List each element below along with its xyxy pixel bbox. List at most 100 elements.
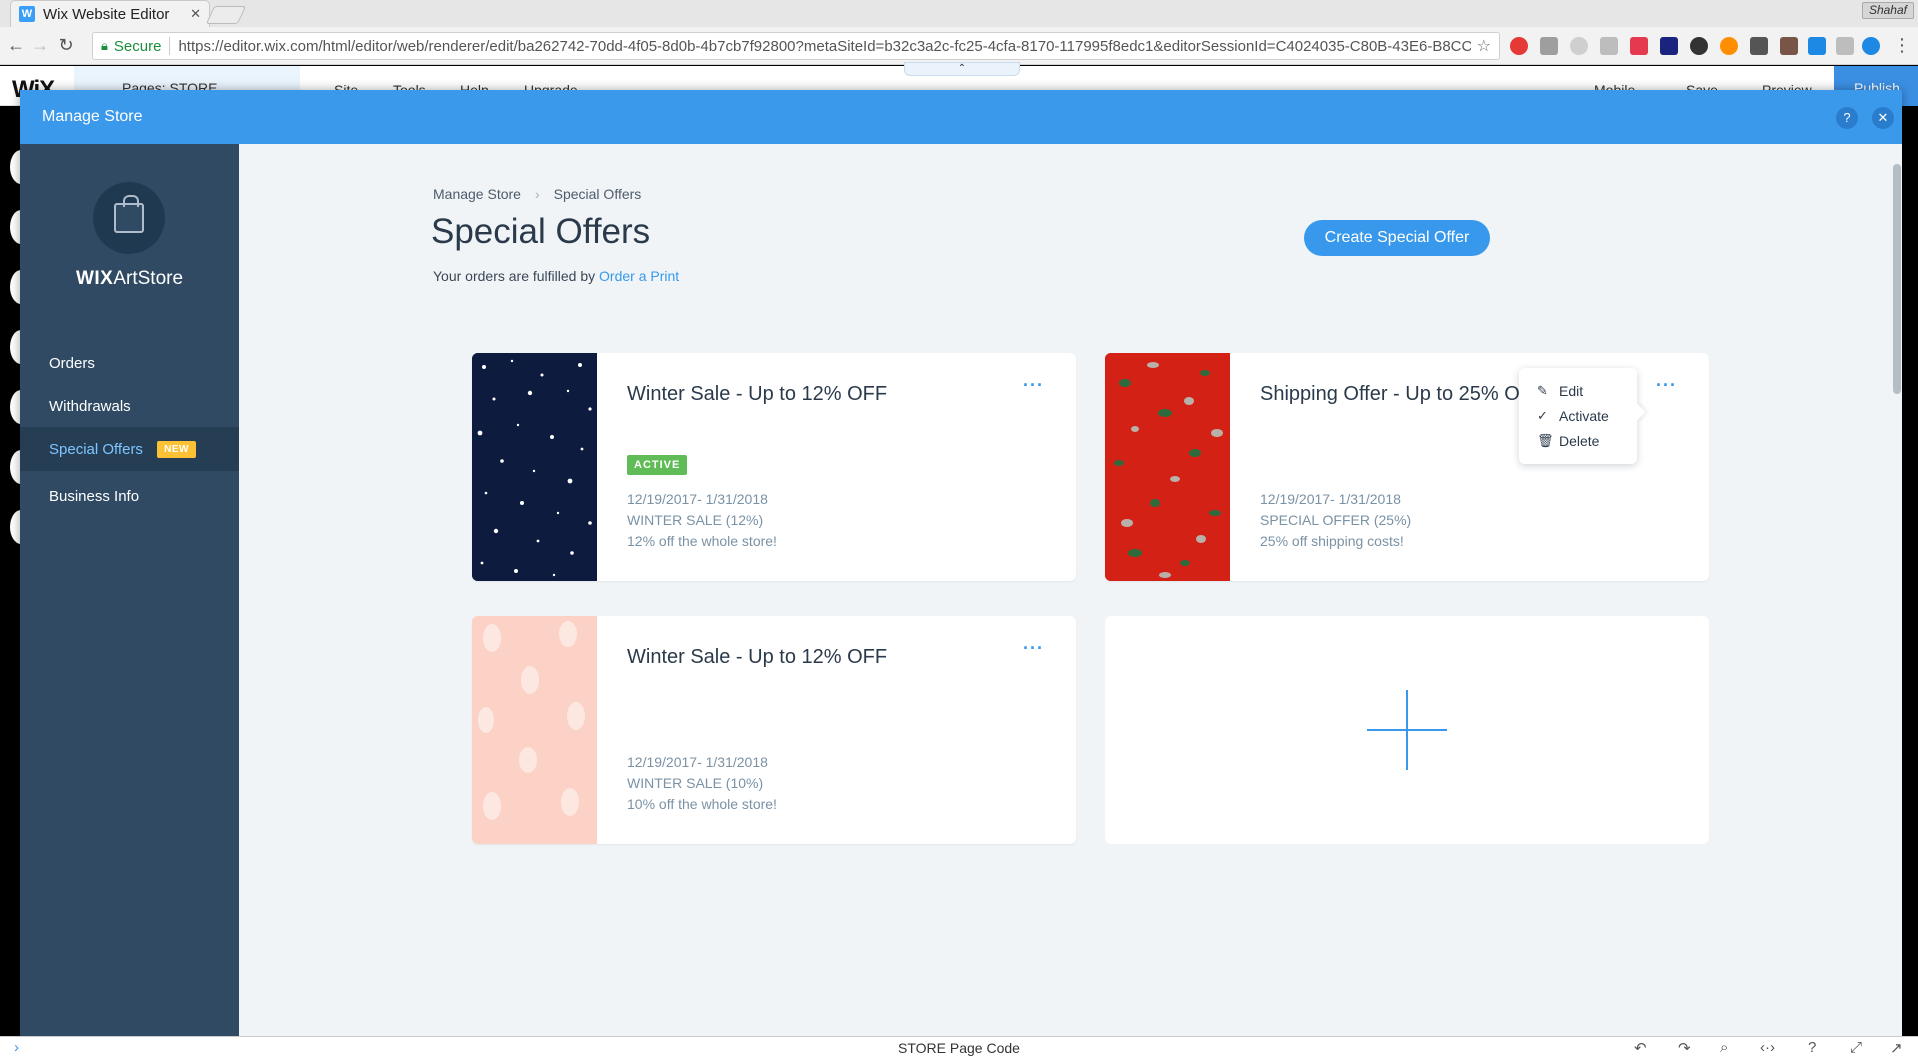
code-panel-bar: › STORE Page Code ↶ ↷ ⌕ ‹·› ? ⤢ ↗	[0, 1036, 1918, 1057]
more-options-icon[interactable]: ···	[1023, 638, 1044, 659]
sidebar-item-business-info[interactable]: Business Info	[20, 474, 239, 518]
back-icon[interactable]: ←	[6, 35, 26, 55]
menu-item-delete[interactable]: 🗑︎ Delete	[1537, 428, 1637, 453]
new-tab-button[interactable]	[205, 6, 247, 24]
opera-extension-icon[interactable]	[1510, 37, 1528, 55]
order-a-print-link[interactable]: Order a Print	[599, 268, 679, 284]
menu-item-edit[interactable]: ✎ Edit	[1537, 378, 1637, 403]
address-bar[interactable]: 🔒︎ Secure https://editor.wix.com/html/ed…	[92, 32, 1500, 60]
code-icon[interactable]: ‹·›	[1760, 1039, 1775, 1056]
extension-icon[interactable]	[1720, 37, 1738, 55]
breadcrumb-manage-store[interactable]: Manage Store	[433, 186, 521, 202]
extension-icon[interactable]	[1570, 37, 1588, 55]
offer-info: 12/19/2017- 1/31/2018 SPECIAL OFFER (25%…	[1260, 489, 1411, 552]
lock-icon: 🔒︎	[101, 38, 108, 53]
chevron-right-icon: ›	[534, 186, 540, 202]
store-sidebar: WIXArtStore Orders Withdrawals Special O…	[20, 144, 239, 1036]
extension-icon[interactable]	[1660, 37, 1678, 55]
offer-dates: 12/19/2017- 1/31/2018	[627, 754, 768, 770]
search-icon[interactable]: ⌕	[1720, 1039, 1728, 1056]
browser-menu-icon[interactable]: ⋮	[1892, 35, 1912, 55]
secure-label: Secure	[113, 37, 162, 55]
breadcrumb-current: Special Offers	[553, 186, 642, 202]
modal-header: Manage Store ? ✕	[20, 90, 1902, 144]
close-icon[interactable]: ✕	[1872, 107, 1894, 129]
offer-description: 12% off the whole store!	[627, 533, 777, 549]
offer-code: SPECIAL OFFER (25%)	[1260, 512, 1412, 528]
extension-icon[interactable]	[1540, 37, 1558, 55]
sidebar-item-label: Withdrawals	[49, 398, 131, 415]
offer-image-snow	[472, 353, 597, 581]
menu-item-label: Delete	[1559, 432, 1600, 449]
popout-icon[interactable]: ↗	[1890, 1039, 1903, 1057]
sidebar-item-orders[interactable]: Orders	[20, 341, 239, 385]
manage-store-modal: Manage Store ? ✕ WIXArtStore Orders With…	[20, 90, 1902, 1036]
extension-icon[interactable]	[1630, 37, 1648, 55]
wix-favicon-icon: W	[19, 6, 35, 22]
scrollbar-thumb[interactable]	[1893, 164, 1901, 394]
plus-icon	[1406, 690, 1408, 770]
status-badge: ACTIVE	[627, 455, 688, 475]
extension-icon[interactable]	[1836, 37, 1854, 55]
main-content: Manage Store › Special Offers Special Of…	[239, 144, 1902, 1036]
page-title: Special Offers	[431, 212, 651, 251]
maximize-icon[interactable]: ⤢	[1850, 1039, 1862, 1056]
create-special-offer-button[interactable]: Create Special Offer	[1304, 220, 1490, 256]
modal-scrollbar[interactable]	[1892, 144, 1902, 1036]
fulfillment-text: Your orders are fulfilled by	[433, 268, 600, 284]
menu-item-activate[interactable]: ✓ Activate	[1537, 403, 1637, 428]
extension-icon[interactable]	[1690, 37, 1708, 55]
store-name-bold: WIX	[75, 268, 114, 289]
offer-card[interactable]: Winter Sale - Up to 12% OFF ··· 12/19/20…	[472, 616, 1076, 844]
menu-item-label: Edit	[1559, 382, 1584, 399]
undo-icon[interactable]: ↶	[1634, 1039, 1647, 1057]
pencil-icon: ✎	[1537, 382, 1548, 398]
offer-image-confetti	[1105, 353, 1230, 581]
shopping-bag-icon	[114, 195, 144, 233]
breadcrumb: Manage Store › Special Offers	[433, 186, 641, 202]
profile-button[interactable]: Shahaf	[1861, 2, 1914, 19]
extension-icon[interactable]	[1600, 37, 1618, 55]
sidebar-item-special-offers[interactable]: Special Offers NEW	[20, 427, 239, 471]
extension-icon[interactable]	[1862, 37, 1880, 55]
store-logo	[93, 182, 165, 254]
offer-card[interactable]: Winter Sale - Up to 12% OFF ··· ACTIVE 1…	[472, 353, 1076, 581]
browser-tab[interactable]: W Wix Website Editor ✕	[10, 0, 210, 27]
more-options-icon[interactable]: ···	[1023, 375, 1044, 396]
sidebar-item-label: Orders	[49, 355, 95, 372]
offer-dates: 12/19/2017- 1/31/2018	[627, 491, 768, 507]
sidebar-item-withdrawals[interactable]: Withdrawals	[20, 384, 239, 428]
code-panel-title: STORE Page Code	[898, 1040, 1020, 1056]
extension-icon[interactable]	[1780, 37, 1798, 55]
store-name: WIXArtStore	[20, 268, 239, 290]
offer-code: WINTER SALE (12%)	[627, 512, 764, 528]
collapse-handle[interactable]: ⌃	[904, 62, 1020, 76]
mail-extension-icon[interactable]	[1750, 37, 1768, 55]
offer-info: 12/19/2017- 1/31/2018 WINTER SALE (12%) …	[627, 489, 777, 552]
check-icon: ✓	[1537, 407, 1548, 423]
redo-icon[interactable]: ↷	[1678, 1039, 1691, 1057]
offer-dates: 12/19/2017- 1/31/2018	[1260, 491, 1401, 507]
menu-item-label: Activate	[1559, 407, 1609, 424]
offer-description: 25% off shipping costs!	[1260, 533, 1404, 549]
offer-info: 12/19/2017- 1/31/2018 WINTER SALE (10%) …	[627, 752, 777, 815]
offer-description: 10% off the whole store!	[627, 796, 777, 812]
reload-icon[interactable]: ↻	[56, 35, 76, 55]
bookmark-star-icon[interactable]: ☆	[1477, 36, 1491, 56]
divider	[169, 37, 171, 55]
offer-title: Shipping Offer - Up to 25% OFF	[1260, 383, 1545, 405]
modal-title: Manage Store	[42, 108, 143, 125]
browser-toolbar: ← → ↻ 🔒︎ Secure https://editor.wix.com/h…	[0, 27, 1918, 65]
close-tab-icon[interactable]: ✕	[190, 6, 201, 22]
add-offer-card[interactable]	[1105, 616, 1709, 844]
new-badge: NEW	[157, 441, 196, 458]
sidebar-item-label: Business Info	[49, 488, 140, 505]
offer-title: Winter Sale - Up to 12% OFF	[627, 646, 888, 668]
help-icon[interactable]: ?	[1808, 1039, 1816, 1056]
forward-icon[interactable]: →	[30, 35, 50, 55]
help-icon[interactable]: ?	[1836, 107, 1858, 129]
offer-title: Winter Sale - Up to 12% OFF	[627, 383, 888, 405]
more-options-icon[interactable]: ···	[1656, 375, 1677, 396]
extension-icon[interactable]	[1808, 37, 1826, 55]
tab-title: Wix Website Editor	[43, 5, 170, 23]
